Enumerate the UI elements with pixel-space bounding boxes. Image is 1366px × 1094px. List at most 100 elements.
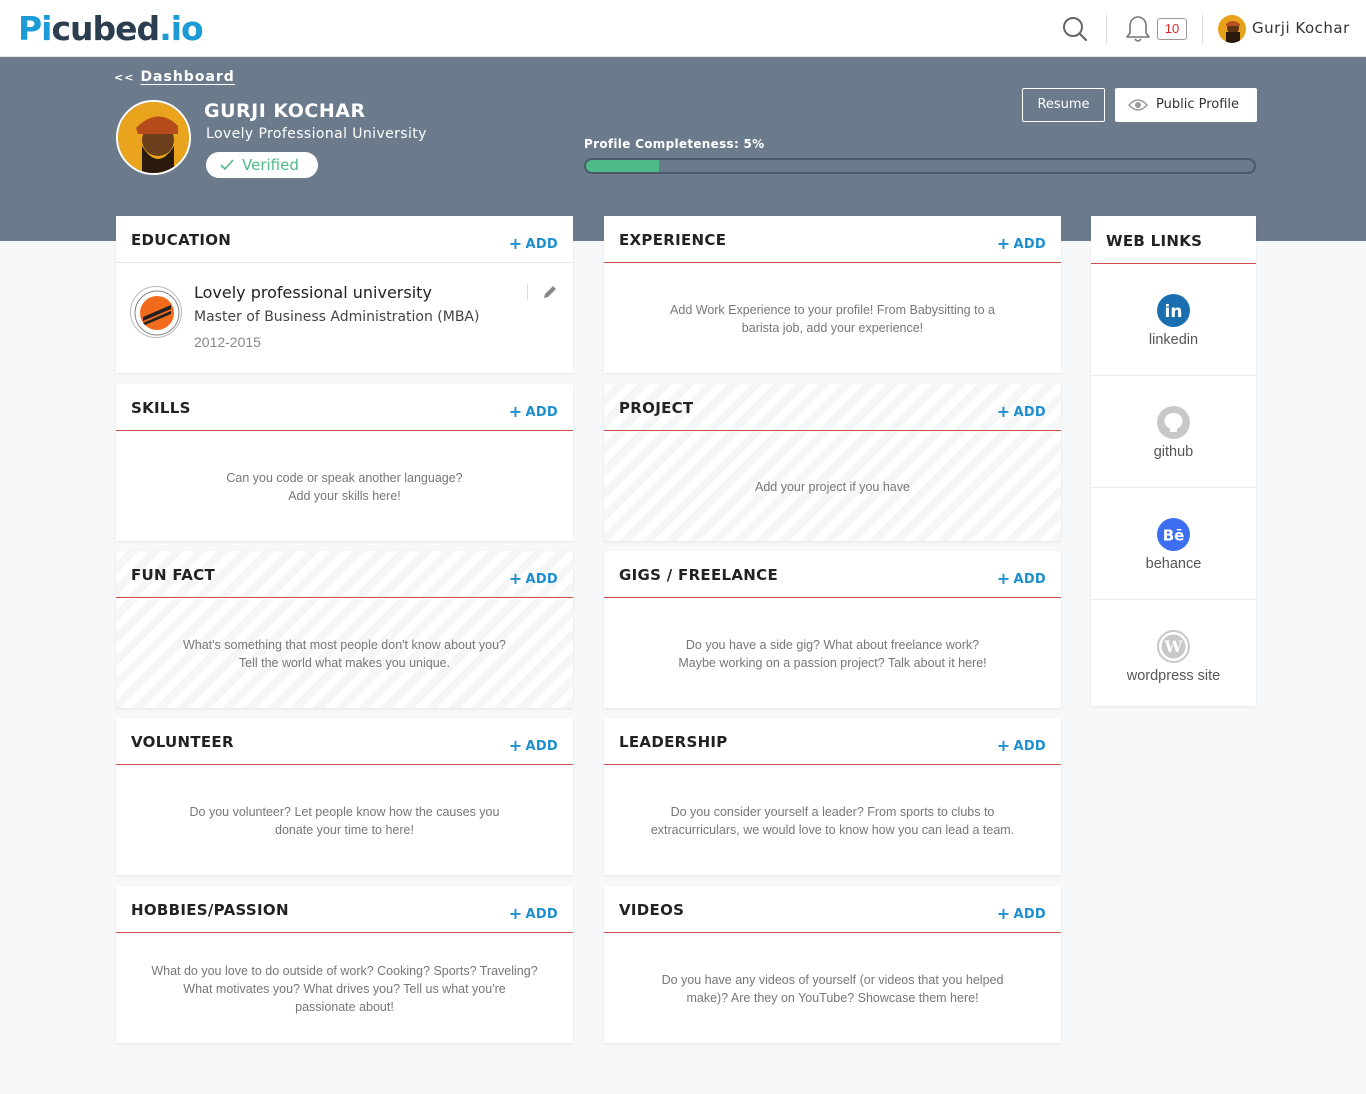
skills-card: SKILLS + ADD Can you code or speak anothe…: [116, 384, 573, 541]
profile-avatar: [116, 100, 191, 175]
card-title: VOLUNTEER: [131, 733, 234, 751]
add-experience-button[interactable]: + ADD: [996, 233, 1046, 253]
resume-button[interactable]: Resume: [1022, 88, 1105, 122]
gigs-card: GIGS / FREELANCE + ADD Do you have a side…: [604, 551, 1061, 708]
education-years: 2012-2015: [194, 334, 261, 350]
university-logo: [130, 286, 182, 338]
weblink-behance[interactable]: Bē behance: [1091, 488, 1256, 600]
picubed-logo[interactable]: Picubed.io: [18, 9, 204, 48]
search-icon[interactable]: [1060, 14, 1090, 44]
card-header: SKILLS + ADD: [116, 384, 573, 431]
plus-icon: +: [996, 904, 1011, 923]
plus-icon: +: [508, 402, 523, 421]
card-placeholder-text: Do you volunteer? Let people know how th…: [189, 804, 500, 837]
plus-icon: +: [508, 569, 523, 588]
nav-divider: [1202, 14, 1203, 44]
verified-badge: Verified: [206, 152, 318, 178]
card-title: HOBBIES/PASSION: [131, 901, 289, 919]
public-profile-button[interactable]: Public Profile: [1115, 88, 1257, 122]
card-header: GIGS / FREELANCE + ADD: [604, 551, 1061, 598]
weblinks-card: WEB LINKS in linkedin github Bē behance …: [1091, 216, 1256, 706]
card-placeholder-text: Do you consider yourself a leader? From …: [650, 804, 1015, 837]
check-icon: [220, 159, 234, 171]
user-avatar[interactable]: [1218, 15, 1246, 43]
plus-icon: +: [996, 402, 1011, 421]
divider: [527, 283, 528, 301]
wordpress-icon: W: [1157, 630, 1190, 663]
card-title: SKILLS: [131, 399, 191, 417]
profile-completeness-bar: [584, 158, 1256, 174]
card-header: HOBBIES/PASSION + ADD: [116, 886, 573, 933]
card-title: GIGS / FREELANCE: [619, 566, 778, 584]
card-title: EXPERIENCE: [619, 231, 727, 249]
weblink-linkedin[interactable]: in linkedin: [1091, 264, 1256, 376]
notification-count-badge[interactable]: 10: [1157, 18, 1187, 40]
progress-fill: [586, 160, 660, 172]
profile-university: Lovely Professional University: [206, 126, 427, 142]
profile-completeness-label: Profile Completeness: 5%: [584, 137, 765, 151]
plus-icon: +: [996, 569, 1011, 588]
volunteer-card: VOLUNTEER + ADD Do you volunteer? Let peo…: [116, 718, 573, 875]
linkedin-icon: in: [1157, 294, 1190, 327]
add-videos-button[interactable]: + ADD: [996, 903, 1046, 923]
leadership-card: LEADERSHIP + ADD Do you consider yourself…: [604, 718, 1061, 875]
education-degree: Master of Business Administration (MBA): [194, 309, 480, 325]
funfact-card: FUN FACT + ADD What's something that most…: [116, 551, 573, 708]
hobbies-card: HOBBIES/PASSION + ADD What do you love to…: [116, 886, 573, 1043]
card-title: EDUCATION: [131, 231, 232, 249]
card-placeholder-text: Add Work Experience to your profile! Fro…: [670, 302, 995, 335]
svg-text:in: in: [1165, 302, 1183, 322]
education-card: EDUCATION + ADD Lovely professional unive…: [116, 216, 573, 373]
videos-card: VIDEOS + ADD Do you have any videos of yo…: [604, 886, 1061, 1043]
svg-text:W: W: [1164, 637, 1184, 656]
pencil-icon[interactable]: [542, 284, 558, 304]
education-school: Lovely professional university: [194, 283, 432, 302]
back-to-dashboard-link[interactable]: << Dashboard: [114, 69, 235, 85]
double-chevron-left-icon: <<: [114, 71, 135, 84]
profile-name: GURJI KOCHAR: [204, 100, 366, 122]
card-title: PROJECT: [619, 399, 694, 417]
nav-username[interactable]: Gurji Kochar: [1252, 19, 1350, 37]
bell-icon[interactable]: [1124, 14, 1152, 44]
add-project-button[interactable]: + ADD: [996, 401, 1046, 421]
eye-icon: [1128, 99, 1148, 111]
card-header: FUN FACT + ADD: [116, 551, 573, 598]
add-volunteer-button[interactable]: + ADD: [508, 735, 558, 755]
card-header: LEADERSHIP + ADD: [604, 718, 1061, 765]
plus-icon: +: [996, 736, 1011, 755]
card-title: VIDEOS: [619, 901, 685, 919]
card-header: WEB LINKS: [1091, 216, 1256, 264]
add-gigs-button[interactable]: + ADD: [996, 568, 1046, 588]
card-title: LEADERSHIP: [619, 733, 728, 751]
card-placeholder-text: Can you code or speak another language? A…: [226, 470, 463, 503]
card-placeholder-text: What do you love to do outside of work? …: [151, 963, 538, 1014]
card-header: PROJECT + ADD: [604, 384, 1061, 431]
plus-icon: +: [996, 234, 1011, 253]
add-leadership-button[interactable]: + ADD: [996, 735, 1046, 755]
nav-divider: [1106, 14, 1107, 44]
card-header: VIDEOS + ADD: [604, 886, 1061, 933]
add-hobbies-button[interactable]: + ADD: [508, 903, 558, 923]
top-navbar: Picubed.io 10 Gurji Kochar: [0, 0, 1366, 57]
card-title: FUN FACT: [131, 566, 215, 584]
card-placeholder-text: Add your project if you have: [604, 432, 1061, 541]
card-header: EDUCATION + ADD: [116, 216, 573, 263]
project-card: PROJECT + ADD Add your project if you hav…: [604, 384, 1061, 541]
svg-text:Bē: Bē: [1163, 527, 1185, 545]
card-placeholder-text: What's something that most people don't …: [116, 599, 573, 708]
plus-icon: +: [508, 234, 523, 253]
add-funfact-button[interactable]: + ADD: [508, 568, 558, 588]
card-header: EXPERIENCE + ADD: [604, 216, 1061, 263]
card-placeholder-text: Do you have any videos of yourself (or v…: [661, 972, 1004, 1005]
experience-card: EXPERIENCE + ADD Add Work Experience to y…: [604, 216, 1061, 373]
plus-icon: +: [508, 736, 523, 755]
card-title: WEB LINKS: [1106, 232, 1203, 250]
add-education-button[interactable]: + ADD: [508, 233, 558, 253]
card-header: VOLUNTEER + ADD: [116, 718, 573, 765]
weblink-github[interactable]: github: [1091, 376, 1256, 488]
behance-icon: Bē: [1157, 518, 1190, 551]
add-skills-button[interactable]: + ADD: [508, 401, 558, 421]
card-placeholder-text: Do you have a side gig? What about freel…: [678, 637, 987, 670]
weblink-wordpress[interactable]: W wordpress site: [1091, 600, 1256, 712]
plus-icon: +: [508, 904, 523, 923]
